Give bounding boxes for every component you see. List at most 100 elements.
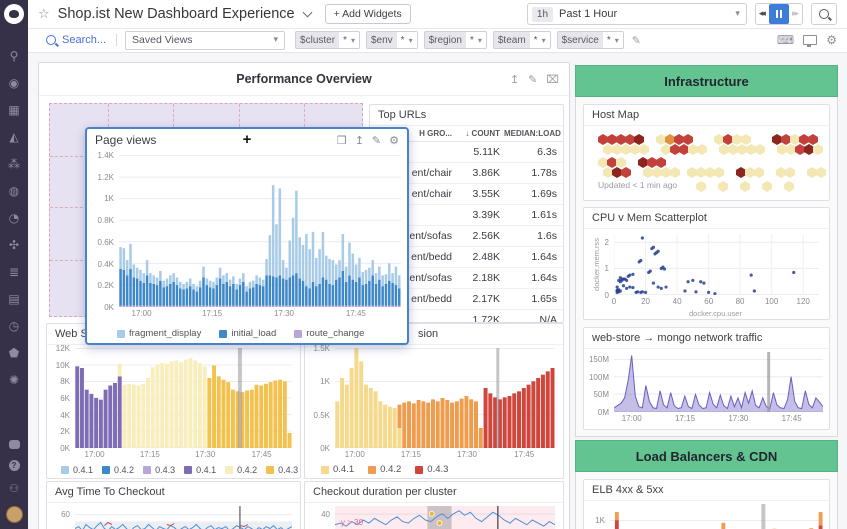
avg-checkout-chart[interactable] [75, 506, 292, 529]
legend-item[interactable]: 0.4.3 [415, 464, 448, 475]
legend-item[interactable]: 0.4.1 [61, 465, 93, 475]
host-cluster[interactable] [656, 134, 701, 153]
synthetics-icon[interactable]: ◷ [9, 320, 19, 332]
service-map-icon[interactable]: ⁂ [8, 158, 20, 170]
page-views-chart[interactable] [119, 155, 401, 307]
monitors-icon[interactable]: ◍ [9, 185, 19, 197]
user-avatar[interactable] [6, 506, 23, 523]
host-hexagon [816, 167, 826, 178]
host-map-hexgrid[interactable]: Updated < 1 min ago [584, 126, 829, 196]
template-variable-region[interactable]: $region*▾ [424, 31, 487, 49]
column-header[interactable]: MEDIAN:LOAD EVE [504, 129, 561, 138]
chat-icon[interactable] [9, 440, 20, 449]
group-header[interactable]: Load Balancers & CDN [575, 440, 838, 472]
legend-item[interactable]: 0.4.2 [225, 465, 257, 475]
host-hexagon [643, 167, 653, 178]
export-icon[interactable]: ↥ [510, 73, 519, 86]
host-cluster[interactable] [696, 181, 705, 190]
host-map-updated-label: Updated < 1 min ago [598, 180, 677, 190]
move-cursor-icon[interactable]: + [243, 131, 252, 148]
fullscreen-icon[interactable]: ❐ [337, 134, 347, 147]
legend-swatch [225, 466, 233, 474]
legend-item[interactable]: initial_load [219, 328, 276, 339]
legend-item[interactable]: 0.4.2 [102, 465, 134, 475]
x-tick-label: 40 [673, 297, 682, 306]
gear-icon[interactable]: ⚙ [389, 134, 399, 147]
help-icon[interactable]: ? [9, 460, 20, 471]
host-cluster[interactable] [736, 167, 763, 176]
legend-item[interactable]: 0.4.1 [184, 465, 216, 475]
host-cluster[interactable] [772, 134, 817, 153]
edit-pencil-icon[interactable]: ✎ [372, 134, 381, 147]
group-header[interactable]: Infrastructure [575, 65, 838, 97]
legend-item[interactable]: fragment_display [117, 328, 201, 339]
template-variable-cluster[interactable]: $cluster*▾ [295, 31, 360, 49]
chart-legend: 0.4.1 0.4.2 0.4.3 [321, 464, 448, 475]
host-cluster[interactable] [762, 181, 771, 190]
variable-value: * [603, 35, 615, 46]
legend-item[interactable]: route_change [294, 328, 364, 339]
host-cluster[interactable] [740, 181, 749, 190]
datadog-logo-icon[interactable] [4, 4, 24, 24]
legend-item[interactable]: 0.4.2 [368, 464, 401, 475]
search-icon[interactable]: ⚲ [10, 50, 19, 62]
host-hexagon [786, 144, 796, 155]
host-cluster[interactable] [638, 157, 674, 176]
invite-users-icon[interactable]: ⚇ [9, 482, 19, 495]
legend-item[interactable]: 0.4.3 [266, 465, 298, 475]
checkout-duration-chart[interactable] [335, 506, 555, 529]
template-variable-service[interactable]: $service*▾ [557, 31, 624, 49]
apm-icon[interactable]: ✣ [9, 239, 19, 251]
variable-caret-icon: ▾ [409, 36, 417, 45]
export-icon[interactable]: ↥ [355, 134, 364, 147]
template-variable-team[interactable]: $team*▾ [493, 31, 551, 49]
time-back-icon[interactable]: ◂◂ [756, 9, 769, 19]
y-tick-label: 0K [104, 303, 114, 312]
page-views-floating-widget[interactable]: Page views + ❐ ↥ ✎ ⚙ 1.4K1.2K1K0.8K0.6K0… [85, 127, 409, 345]
host-cluster[interactable] [784, 181, 793, 190]
cpu-mem-scatter-chart[interactable] [614, 234, 819, 295]
search-input[interactable]: Search... [62, 34, 106, 46]
edit-variables-pencil-icon[interactable]: ✎ [632, 34, 641, 47]
time-forward-icon[interactable]: ▸▸ [789, 9, 802, 19]
add-widgets-button[interactable]: + Add Widgets [325, 4, 411, 24]
tv-mode-icon[interactable] [803, 35, 817, 45]
watchdog-icon[interactable]: ◉ [9, 77, 19, 89]
saved-views-dropdown[interactable]: Saved Views ▾ [125, 31, 285, 50]
table-cell: 3.86K [456, 167, 504, 179]
sessions-chart[interactable] [335, 348, 555, 448]
host-cluster[interactable] [718, 181, 727, 190]
delete-trash-icon[interactable]: ⌧ [546, 73, 559, 86]
legend-item[interactable]: 0.4.3 [143, 465, 175, 475]
network-traffic-chart[interactable] [614, 352, 823, 412]
time-range-dropdown[interactable]: 1h Past 1 Hour ▾ [527, 3, 747, 25]
host-cluster[interactable] [807, 167, 825, 176]
host-cluster[interactable] [776, 167, 794, 176]
title-chevron-down-icon[interactable] [302, 8, 312, 18]
legend-item[interactable]: 0.4.1 [321, 464, 354, 475]
y-tick-label: 1 [605, 264, 609, 273]
dashboards-icon[interactable]: ▦ [8, 104, 19, 116]
notebooks-icon[interactable]: ▤ [8, 293, 19, 305]
template-variable-env[interactable]: $env*▾ [366, 31, 418, 49]
web-store-chart[interactable] [75, 348, 292, 448]
pause-button[interactable] [769, 4, 789, 24]
logs-icon[interactable]: ≣ [9, 266, 19, 278]
elb-errors-chart[interactable] [610, 504, 823, 529]
dashboard-settings-gear-icon[interactable]: ⚙ [826, 33, 837, 47]
host-cluster[interactable] [687, 167, 723, 176]
x-axis-labels: 17:0017:1517:3017:45 [119, 309, 401, 319]
security-icon[interactable]: ⬟ [9, 347, 19, 359]
ci-icon[interactable]: ✺ [9, 374, 19, 386]
favorite-star-icon[interactable]: ☆ [38, 7, 50, 22]
edit-pencil-icon[interactable]: ✎ [528, 73, 537, 86]
x-tick-label: 17:45 [514, 450, 534, 459]
keyboard-shortcuts-icon[interactable]: ⌨ [777, 33, 794, 47]
column-header[interactable]: ↓ COUNT [456, 129, 504, 138]
host-cluster[interactable] [598, 134, 643, 153]
zoom-button[interactable] [811, 3, 837, 25]
metrics-icon[interactable]: ◔ [9, 212, 19, 224]
infrastructure-icon[interactable]: ◭ [9, 131, 18, 143]
host-cluster[interactable] [598, 157, 625, 176]
host-cluster[interactable] [714, 134, 759, 153]
